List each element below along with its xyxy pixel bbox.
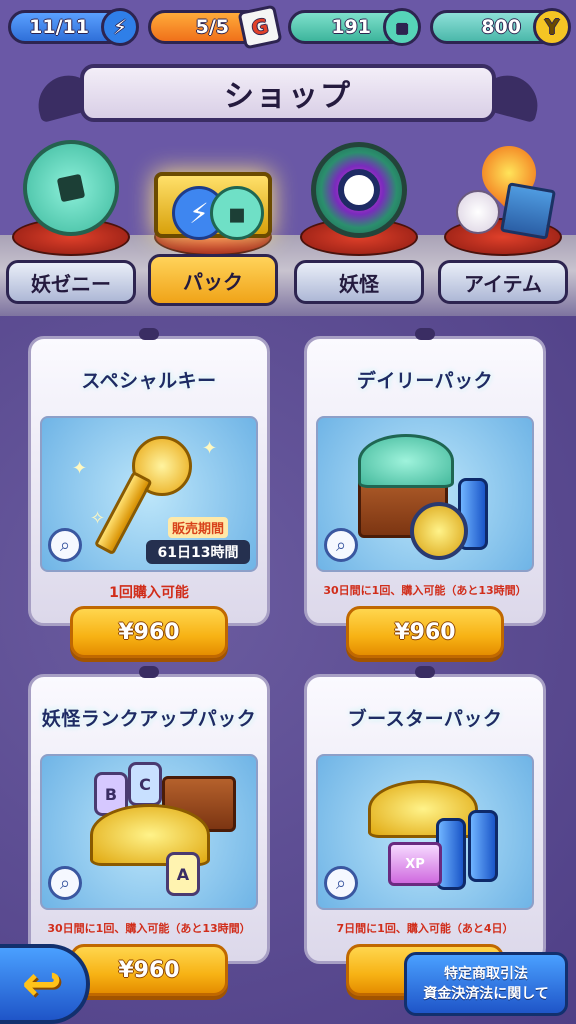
category-zeni[interactable]: 妖ゼニー xyxy=(2,131,140,316)
card-tab xyxy=(139,666,159,678)
back-arrow-icon: ↩ xyxy=(21,956,63,1012)
buy-button[interactable]: ¥960 xyxy=(70,944,228,996)
product-card-daily-pack[interactable]: デイリーパック ⌕ 30日間に1回、購入可能（あと13時間） ¥960 xyxy=(304,328,546,676)
zeni-coin-icon: ▪ xyxy=(383,8,421,46)
medal-icon xyxy=(410,502,468,560)
product-title: デイリーパック xyxy=(356,370,494,392)
product-image[interactable]: B C A ⌕ xyxy=(40,754,258,910)
magnifier-icon[interactable]: ⌕ xyxy=(324,866,358,900)
sparkle-icon: ✧ xyxy=(90,508,106,529)
legal-info-button[interactable]: 特定商取引法 資金決済法に関して xyxy=(404,952,568,1016)
product-title: スペシャルキー xyxy=(81,370,217,392)
sale-period-label: 販売期間 xyxy=(167,517,228,538)
items-icon xyxy=(448,134,558,240)
tab-zeni[interactable]: 妖ゼニー xyxy=(6,260,136,304)
youkai-watch-icon xyxy=(311,142,407,238)
product-title: 妖怪ランクアップパック xyxy=(41,708,257,730)
card-tab xyxy=(415,666,435,678)
pack-box-icon: ⚡ ▪ xyxy=(154,172,272,240)
bolt-icon: ⚡ xyxy=(101,8,139,46)
ticket-value: 5/5 xyxy=(195,16,229,38)
magnifier-icon[interactable]: ⌕ xyxy=(48,528,82,562)
buy-button[interactable]: ¥960 xyxy=(346,606,504,658)
tab-pack[interactable]: パック xyxy=(148,254,278,306)
magnifier-icon[interactable]: ⌕ xyxy=(48,866,82,900)
page-title: ショップ xyxy=(80,64,496,122)
tab-youkai[interactable]: 妖怪 xyxy=(294,260,424,304)
zeni-value: 191 xyxy=(331,16,371,38)
zeni-pile-icon xyxy=(358,434,454,488)
book-icon xyxy=(500,182,556,240)
sparkle-icon: ✦ xyxy=(202,438,218,459)
back-button[interactable]: ↩ xyxy=(0,944,90,1024)
zeni-coin-icon: ▪ xyxy=(210,186,264,240)
category-pack[interactable]: ⚡ ▪ パック xyxy=(144,136,282,316)
jar-a-icon: A xyxy=(166,852,200,896)
magnifier-icon[interactable]: ⌕ xyxy=(324,528,358,562)
stamina-value: 11/11 xyxy=(29,16,89,38)
category-youkai[interactable]: 妖怪 xyxy=(290,136,428,316)
sparkle-icon: ✦ xyxy=(72,458,88,479)
status-bar: 11/11 ⚡ 5/5 G 191 ▪ 800 Y xyxy=(0,0,576,56)
card-tab xyxy=(415,328,435,340)
stamina-counter[interactable]: 11/11 ⚡ xyxy=(8,8,139,46)
purchase-limit-note: 30日間に1回、購入可能（あと13時間） xyxy=(323,584,527,597)
money-value: 800 xyxy=(481,16,521,38)
sale-period-value: 61日13時間 xyxy=(146,540,250,564)
legal-line-1: 特定商取引法 xyxy=(444,966,528,982)
money-counter[interactable]: 800 Y xyxy=(430,8,571,46)
purchase-limit-note: 30日間に1回、購入可能（あと13時間） xyxy=(47,922,251,935)
purchase-limit-note: 7日間に1回、購入可能（あと4日） xyxy=(336,922,514,935)
product-image[interactable]: ✦ ✦ ✧ ⌕ 販売期間 61日13時間 xyxy=(40,416,258,572)
product-card-special-key[interactable]: スペシャルキー ✦ ✦ ✧ ⌕ 販売期間 61日13時間 1回購入可能 ¥960 xyxy=(28,328,270,676)
yen-coin-icon: Y xyxy=(533,8,571,46)
legal-line-2: 資金決済法に関して xyxy=(423,986,549,1002)
xp-scroll-icon: XP xyxy=(388,842,442,886)
zeni-counter[interactable]: 191 ▪ xyxy=(288,8,421,46)
category-items[interactable]: アイテム xyxy=(434,134,572,316)
product-image[interactable]: XP ⌕ xyxy=(316,754,534,910)
product-list: スペシャルキー ✦ ✦ ✧ ⌕ 販売期間 61日13時間 1回購入可能 ¥960… xyxy=(0,316,576,1024)
product-title: ブースターパック xyxy=(347,708,503,730)
jar-c-icon: C xyxy=(128,762,162,806)
orb-icon xyxy=(456,190,500,234)
ticket-icon: G xyxy=(237,4,283,50)
ticket-counter[interactable]: 5/5 G xyxy=(148,4,283,50)
card-tab xyxy=(139,328,159,340)
battery-icon xyxy=(468,810,498,882)
purchase-limit-note: 1回購入可能 xyxy=(109,585,189,601)
tab-items[interactable]: アイテム xyxy=(438,260,568,304)
buy-button[interactable]: ¥960 xyxy=(70,606,228,658)
sale-period: 販売期間 61日13時間 xyxy=(146,517,250,564)
category-shelf: 妖ゼニー ⚡ ▪ パック 妖怪 アイテム xyxy=(0,131,576,316)
header: ショップ xyxy=(0,56,576,136)
product-image[interactable]: ⌕ xyxy=(316,416,534,572)
